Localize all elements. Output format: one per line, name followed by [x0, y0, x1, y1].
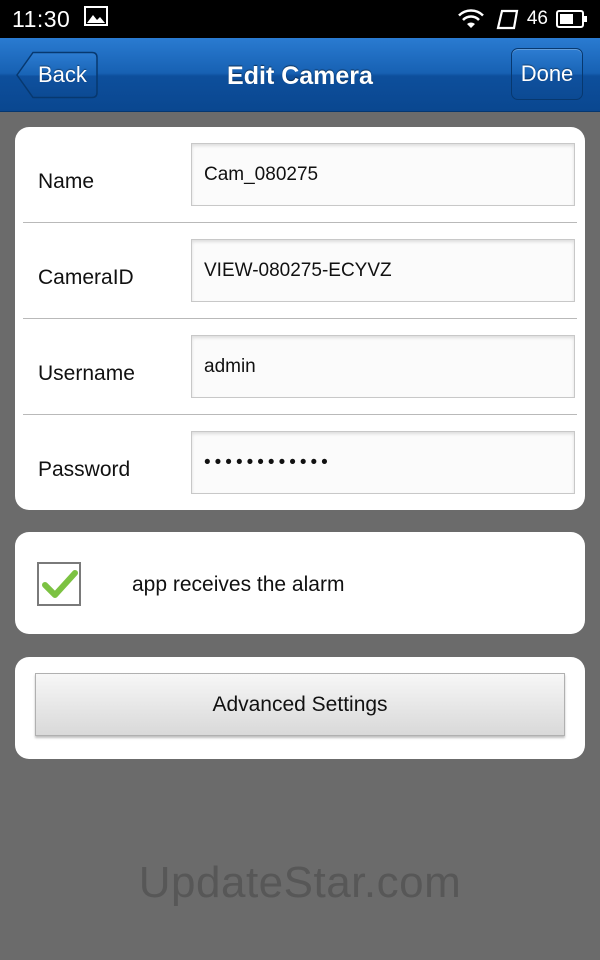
- alarm-card: app receives the alarm: [15, 532, 585, 634]
- username-label: Username: [38, 362, 135, 385]
- status-bar: 11:30 46: [0, 0, 600, 38]
- password-input[interactable]: [191, 431, 575, 494]
- camera-fields-card: Name CameraID Username Password: [15, 127, 585, 510]
- name-label: Name: [38, 170, 95, 193]
- status-icons: 46: [457, 8, 588, 30]
- battery-icon: [556, 9, 588, 29]
- field-row-camera-id: CameraID: [15, 223, 585, 319]
- gallery-icon: [70, 6, 109, 32]
- field-row-password: Password: [15, 415, 585, 511]
- username-input[interactable]: [191, 335, 575, 398]
- camera-id-label: CameraID: [38, 266, 134, 289]
- name-input[interactable]: [191, 143, 575, 206]
- cellular-icon: [493, 8, 519, 30]
- camera-id-input[interactable]: [191, 239, 575, 302]
- field-row-username: Username: [15, 319, 585, 415]
- done-button[interactable]: Done: [511, 48, 583, 100]
- checkmark-icon: [42, 570, 78, 598]
- wifi-icon: [457, 8, 485, 30]
- watermark: UpdateStar.com: [138, 858, 462, 907]
- status-time: 11:30: [12, 5, 71, 32]
- advanced-settings-button[interactable]: Advanced Settings: [35, 673, 565, 736]
- advanced-card: Advanced Settings: [15, 657, 585, 759]
- navigation-bar: Back Edit Camera Done: [0, 38, 600, 112]
- password-label: Password: [38, 458, 131, 481]
- field-row-name: Name: [15, 127, 585, 223]
- alarm-checkbox[interactable]: [37, 562, 81, 606]
- alarm-label: app receives the alarm: [132, 573, 345, 596]
- page-title: Edit Camera: [227, 62, 373, 90]
- signal-label: 46: [526, 8, 548, 29]
